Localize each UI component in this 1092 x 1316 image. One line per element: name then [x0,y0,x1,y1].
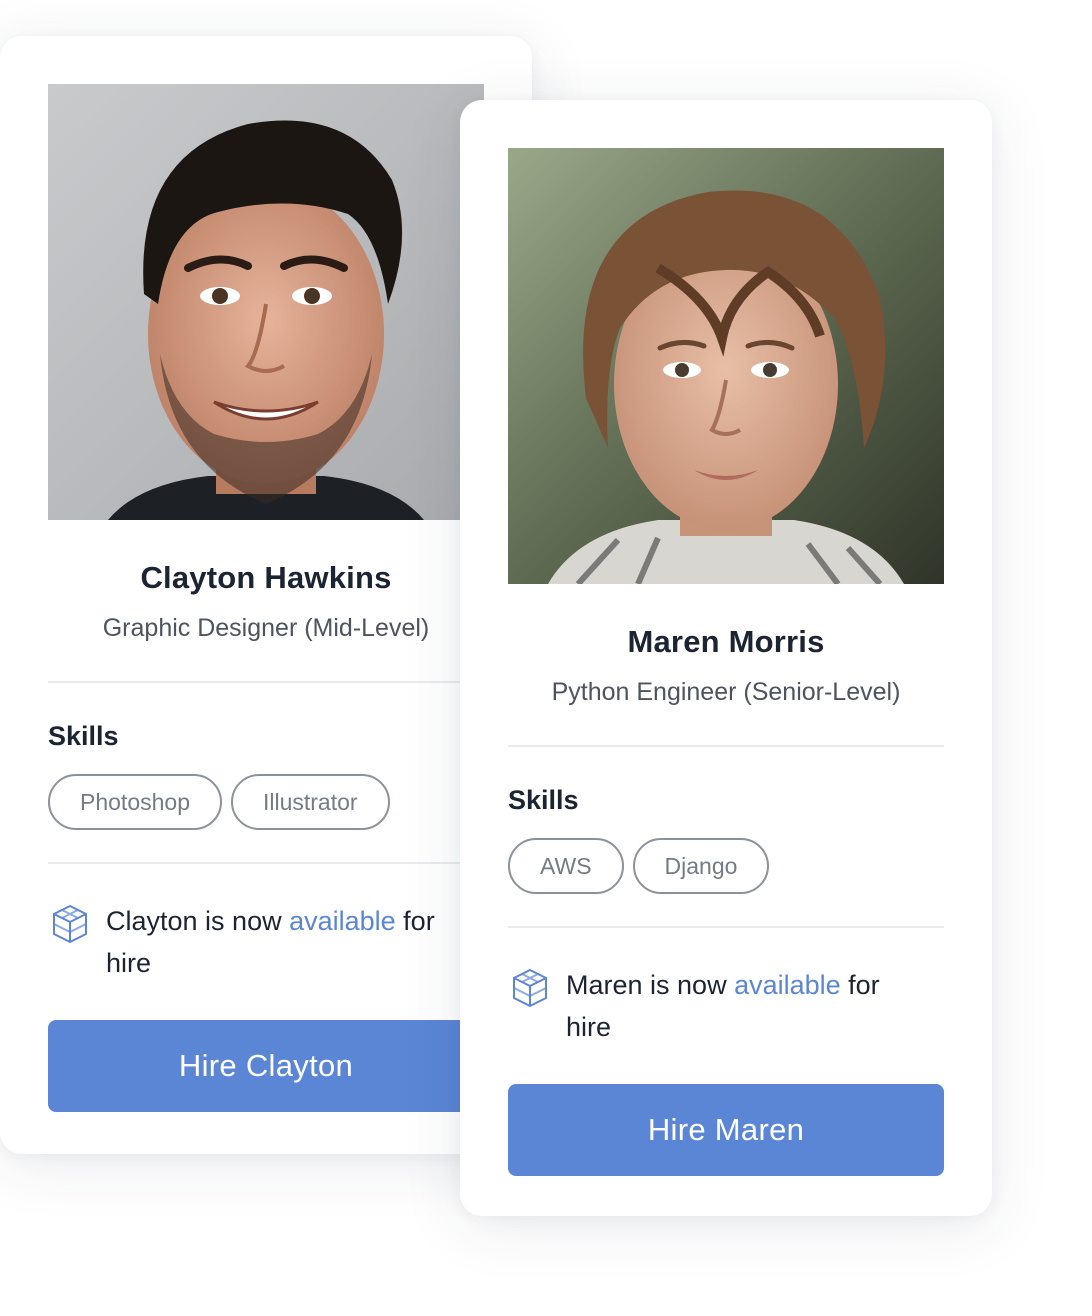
divider [48,681,484,683]
cube-icon [53,905,87,943]
candidate-name: Maren Morris [627,624,825,659]
divider [48,862,484,864]
availability-note: Clayton is now available for hire [48,900,484,984]
availability-highlight: available [289,906,396,936]
skills-title: Skills [48,721,119,751]
candidate-role: Python Engineer (Senior-Level) [551,678,901,706]
hire-maren-button[interactable]: Hire Maren [508,1084,944,1176]
skill-chip-django[interactable]: Django [632,838,770,894]
hire-clayton-button[interactable]: Hire Clayton [48,1020,484,1112]
divider [508,926,944,928]
skill-chip-aws[interactable]: AWS [508,838,624,894]
person-photo-maren [508,148,944,584]
divider [508,745,944,747]
availability-note: Maren is now available for hire [508,964,944,1048]
person-photo-clayton [48,84,484,520]
cube-icon [513,969,547,1007]
skills-title: Skills [508,785,579,815]
availability-text: Clayton is now available for hire [106,906,435,978]
candidate-role: Graphic Designer (Mid-Level) [102,614,430,642]
skills-list: Photoshop Illustrator [48,774,484,830]
availability-highlight: available [734,970,841,1000]
candidate-card-maren: Maren Morris Python Engineer (Senior-Lev… [460,100,992,1216]
candidate-name: Clayton Hawkins [140,560,392,595]
candidate-card-clayton: Clayton Hawkins Graphic Designer (Mid-Le… [0,36,532,1154]
skills-list: AWS Django [508,838,944,894]
availability-text: Maren is now available for hire [566,970,880,1042]
profile-photo-maren [508,148,944,584]
skill-chip-illustrator[interactable]: Illustrator [230,774,390,830]
profile-photo-clayton [48,84,484,520]
skill-chip-photoshop[interactable]: Photoshop [48,774,222,830]
